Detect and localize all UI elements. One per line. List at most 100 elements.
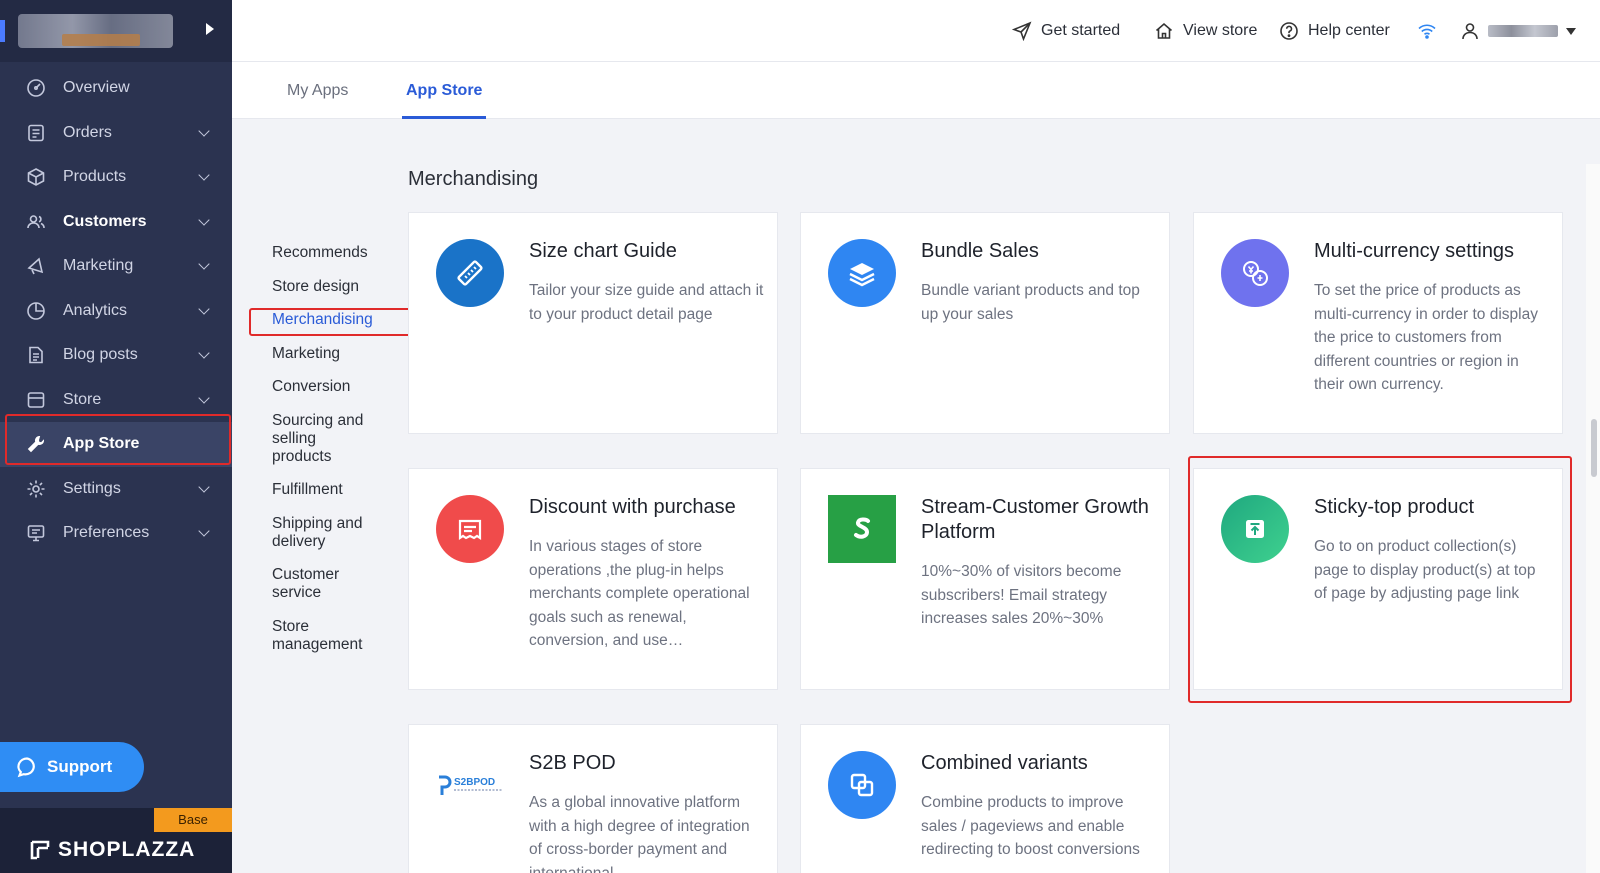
tab-my-apps[interactable]: My Apps	[287, 62, 348, 119]
store-name-redacted	[18, 14, 173, 48]
orders-icon	[26, 123, 46, 143]
sidebar-item-marketing[interactable]: Marketing	[0, 244, 232, 289]
pin-top-icon	[1221, 495, 1289, 563]
app-description: In various stages of store operations ,t…	[529, 538, 750, 649]
store-expand-icon[interactable]	[206, 23, 214, 35]
category-fulfillment[interactable]: Fulfillment	[272, 481, 392, 499]
gear-icon	[26, 479, 46, 499]
view-store-link[interactable]: View store	[1154, 0, 1257, 62]
chevron-down-icon	[198, 213, 210, 226]
sidebar-item-label: Analytics	[63, 301, 128, 319]
app-description: Bundle variant products and top up your …	[921, 282, 1140, 323]
brand-name: SHOPLAZZA	[58, 838, 196, 861]
category-store-management[interactable]: Store management	[272, 618, 372, 654]
sidebar-item-label: App Store	[63, 435, 140, 453]
box-icon	[26, 167, 46, 187]
user-icon	[1462, 23, 1478, 40]
category-conversion[interactable]: Conversion	[272, 378, 392, 396]
sidebar-footer: Base SHOPLAZZA	[0, 808, 232, 873]
user-name-redacted	[1488, 25, 1558, 37]
stream-logo-icon	[828, 495, 896, 563]
sidebar-item-store[interactable]: Store	[0, 378, 232, 423]
category-sourcing[interactable]: Sourcing and selling products	[272, 412, 374, 466]
tab-app-store[interactable]: App Store	[401, 62, 487, 119]
sidebar-item-products[interactable]: Products	[0, 155, 232, 200]
sidebar-item-label: Products	[63, 168, 127, 186]
support-button[interactable]: Support	[0, 742, 144, 792]
app-description: Tailor your size guide and attach it to …	[529, 282, 764, 323]
category-customer-service[interactable]: Customer service	[272, 566, 362, 602]
top-bar: Get started View store Help center	[232, 0, 1600, 62]
chevron-down-icon	[198, 302, 210, 315]
page-scrollbar[interactable]	[1586, 164, 1600, 873]
sidebar-item-overview[interactable]: Overview	[0, 66, 232, 111]
caret-down-icon	[1566, 27, 1576, 35]
help-center-link[interactable]: Help center	[1279, 0, 1390, 62]
sidebar-item-app-store[interactable]: App Store	[0, 422, 232, 467]
category-recommends[interactable]: Recommends	[272, 244, 392, 262]
chevron-down-icon	[198, 258, 210, 270]
document-icon	[26, 345, 46, 365]
store-switcher[interactable]	[0, 0, 232, 62]
sidebar-item-analytics[interactable]: Analytics	[0, 289, 232, 334]
app-card-bundle-sales[interactable]: Bundle Sales Bundle variant products and…	[800, 212, 1170, 434]
coupon-icon	[436, 495, 504, 563]
app-card-stream[interactable]: Stream-Customer Growth Platform 10%~30% …	[800, 468, 1170, 690]
app-card-size-chart-guide[interactable]: Size chart Guide Tailor your size guide …	[408, 212, 778, 434]
send-icon	[1012, 21, 1032, 41]
megaphone-icon	[26, 256, 46, 276]
category-marketing[interactable]: Marketing	[272, 345, 392, 363]
s2bpod-logo-text: S2BPOD	[454, 777, 495, 788]
users-icon	[26, 212, 46, 232]
sidebar-nav: Overview Orders Products Customers Marke…	[0, 66, 232, 556]
support-label: Support	[47, 757, 113, 776]
sidebar: Overview Orders Products Customers Marke…	[0, 0, 232, 873]
app-name: Size chart Guide	[529, 240, 677, 262]
section-title: Merchandising	[408, 168, 539, 190]
sidebar-item-customers[interactable]: Customers	[0, 200, 232, 245]
app-description: As a global innovative platform with a h…	[529, 794, 750, 873]
help-icon	[1280, 22, 1298, 40]
sidebar-item-settings[interactable]: Settings	[0, 467, 232, 512]
sidebar-item-orders[interactable]: Orders	[0, 111, 232, 156]
sidebar-item-preferences[interactable]: Preferences	[0, 511, 232, 556]
shoplazza-logo-icon	[30, 840, 50, 860]
category-list: Recommends Store design Merchandising Ma…	[272, 244, 392, 669]
help-center-label: Help center	[1308, 22, 1390, 39]
category-store-design[interactable]: Store design	[272, 278, 392, 296]
chat-bubble-icon	[17, 757, 35, 778]
scrollbar-thumb[interactable]	[1591, 419, 1597, 477]
app-name: S2B POD	[529, 752, 616, 774]
category-shipping[interactable]: Shipping and delivery	[272, 515, 374, 551]
chevron-down-icon	[198, 480, 210, 493]
app-card-multi-currency[interactable]: Multi-currency settings To set the price…	[1193, 212, 1563, 434]
chevron-down-icon	[198, 169, 210, 181]
sidebar-item-label: Store	[63, 390, 102, 408]
category-merchandising[interactable]: Merchandising	[272, 311, 392, 329]
get-started-link[interactable]: Get started	[1012, 0, 1120, 62]
sidebar-item-blog-posts[interactable]: Blog posts	[0, 333, 232, 378]
sidebar-item-label: Orders	[63, 123, 112, 141]
s2bpod-logo-icon: S2BPOD	[436, 751, 510, 819]
app-description: Combine products to improve sales / page…	[921, 794, 1140, 858]
app-card-discount-with-purchase[interactable]: Discount with purchase In various stages…	[408, 468, 778, 690]
layers-icon	[828, 239, 896, 307]
combine-icon	[828, 751, 896, 819]
ruler-icon	[436, 239, 504, 307]
app-description: 10%~30% of visitors become subscribers! …	[921, 563, 1122, 627]
sidebar-item-label: Customers	[63, 212, 147, 230]
chevron-down-icon	[198, 124, 210, 137]
get-started-label: Get started	[1041, 22, 1121, 39]
store-indicator	[0, 20, 5, 42]
chevron-down-icon	[198, 347, 210, 359]
home-icon	[1155, 22, 1173, 39]
app-name: Multi-currency settings	[1314, 240, 1515, 262]
app-name: Discount with purchase	[529, 496, 736, 518]
app-card-combined-variants[interactable]: Combined variants Combine products to im…	[800, 724, 1170, 873]
app-card-sticky-top-product[interactable]: Sticky-top product Go to on product coll…	[1193, 468, 1563, 690]
gauge-icon	[26, 78, 46, 98]
wifi-status[interactable]	[1417, 0, 1446, 62]
app-card-s2b-pod[interactable]: S2BPOD S2B POD As a global innovative pl…	[408, 724, 778, 873]
plan-badge: Base	[154, 808, 232, 832]
user-menu[interactable]	[1460, 0, 1576, 62]
